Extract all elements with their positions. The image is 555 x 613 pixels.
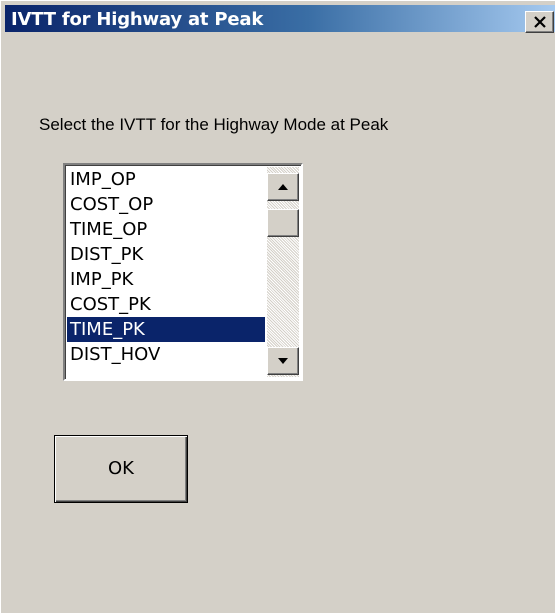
ok-button-label: OK: [108, 458, 134, 479]
field-listbox[interactable]: IMP_OP COST_OP TIME_OP DIST_PK IMP_PK CO…: [63, 163, 303, 381]
window-title: IVTT for Highway at Peak: [11, 9, 264, 30]
list-item[interactable]: DIST_PK: [67, 242, 265, 267]
vertical-scrollbar[interactable]: [267, 167, 299, 377]
list-item[interactable]: IMP_OP: [67, 167, 265, 192]
field-list[interactable]: IMP_OP COST_OP TIME_OP DIST_PK IMP_PK CO…: [67, 167, 265, 367]
ok-button[interactable]: OK: [54, 435, 188, 503]
list-item[interactable]: DIST_HOV: [67, 342, 265, 367]
scroll-up-button[interactable]: [267, 173, 299, 201]
list-item[interactable]: TIME_OP: [67, 217, 265, 242]
scroll-down-button[interactable]: [267, 347, 299, 375]
scroll-up-arrow-icon: [278, 184, 288, 190]
close-icon: [534, 16, 546, 28]
dialog-window: IVTT for Highway at Peak Select the IVTT…: [0, 0, 555, 613]
list-item-selected[interactable]: TIME_PK: [67, 317, 265, 342]
prompt-label: Select the IVTT for the Highway Mode at …: [39, 115, 389, 134]
title-bar[interactable]: IVTT for Highway at Peak: [5, 5, 555, 33]
list-item[interactable]: IMP_PK: [67, 267, 265, 292]
list-item[interactable]: COST_OP: [67, 192, 265, 217]
close-button[interactable]: [525, 11, 554, 33]
scroll-thumb[interactable]: [267, 209, 299, 237]
scroll-down-arrow-icon: [278, 358, 288, 364]
list-item[interactable]: COST_PK: [67, 292, 265, 317]
